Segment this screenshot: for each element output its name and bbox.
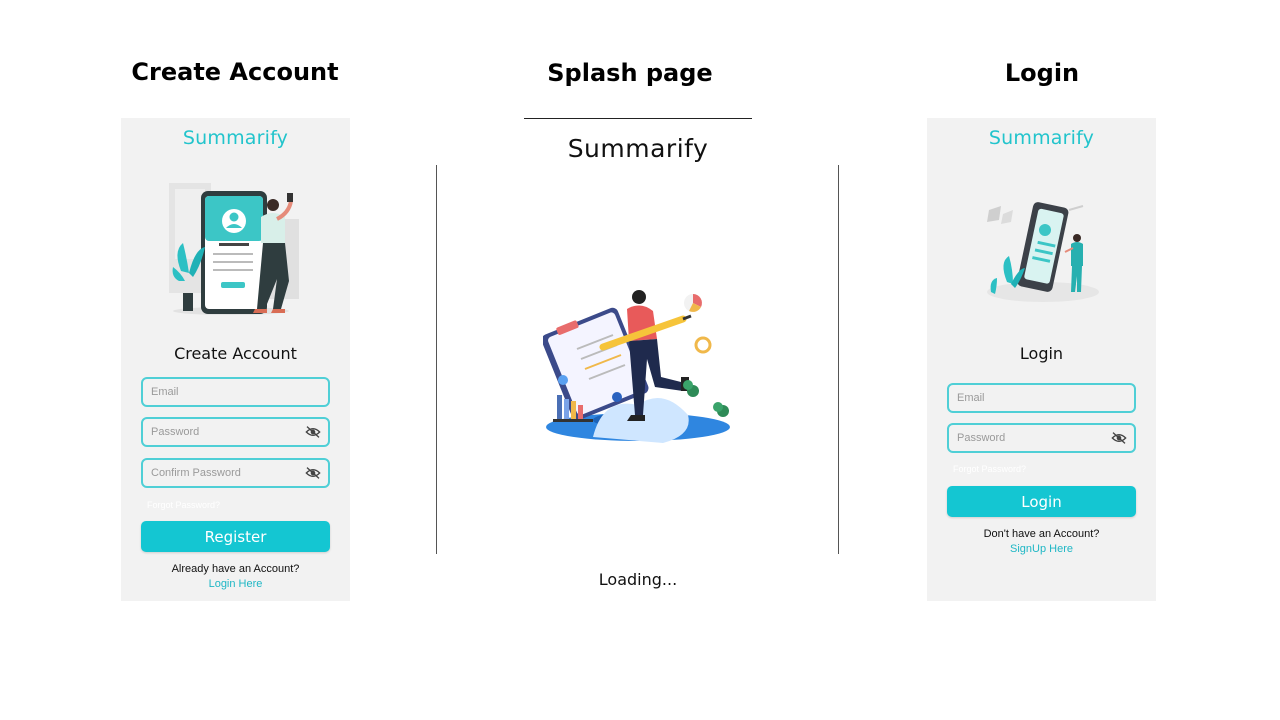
login-screen: Summarify Login Forgot Password? Login D… <box>927 118 1156 601</box>
forgot-password-link[interactable]: Forgot Password? <box>953 464 1026 474</box>
create-account-heading: Create Account <box>174 344 297 363</box>
login-illustration <box>987 202 1099 302</box>
signup-illustration <box>169 183 299 315</box>
splash-right-divider <box>838 165 839 554</box>
login-here-link[interactable]: Login Here <box>121 578 350 590</box>
eye-off-icon[interactable] <box>305 466 321 480</box>
register-button[interactable]: Register <box>141 521 330 552</box>
brand-logo: Summarify <box>182 127 289 149</box>
already-account-text: Already have an Account? <box>171 563 300 575</box>
section-title-login: Login <box>1004 59 1080 87</box>
confirm-password-field[interactable] <box>141 458 330 488</box>
login-heading: Login <box>1019 344 1064 363</box>
splash-top-divider <box>524 118 752 119</box>
eye-off-icon[interactable] <box>305 425 321 439</box>
splash-illustration <box>543 290 730 443</box>
forgot-password-link[interactable]: Forgot Password? <box>147 500 220 510</box>
splash-left-divider <box>436 165 437 554</box>
section-title-create: Create Account <box>131 58 339 86</box>
create-account-screen: Summarify Create Account Email Forgot Pa… <box>121 118 350 601</box>
brand-logo: Summarify <box>988 127 1095 149</box>
eye-off-icon[interactable] <box>1111 431 1127 445</box>
password-field[interactable] <box>947 423 1136 453</box>
email-field[interactable] <box>947 383 1136 413</box>
password-input[interactable] <box>955 431 1109 445</box>
login-button[interactable]: Login <box>947 486 1136 517</box>
email-field[interactable] <box>141 377 330 407</box>
section-title-splash: Splash page <box>547 59 713 87</box>
email-input[interactable] <box>955 391 1109 405</box>
password-input[interactable] <box>149 425 303 439</box>
loading-text: Loading... <box>598 570 678 589</box>
splash-brand: Summarify <box>567 134 709 163</box>
password-field[interactable] <box>141 417 330 447</box>
no-account-text: Don't have an Account? <box>983 528 1100 540</box>
signup-here-link[interactable]: SignUp Here <box>927 543 1156 555</box>
confirm-password-input[interactable] <box>149 466 303 480</box>
email-input[interactable] <box>149 385 303 399</box>
